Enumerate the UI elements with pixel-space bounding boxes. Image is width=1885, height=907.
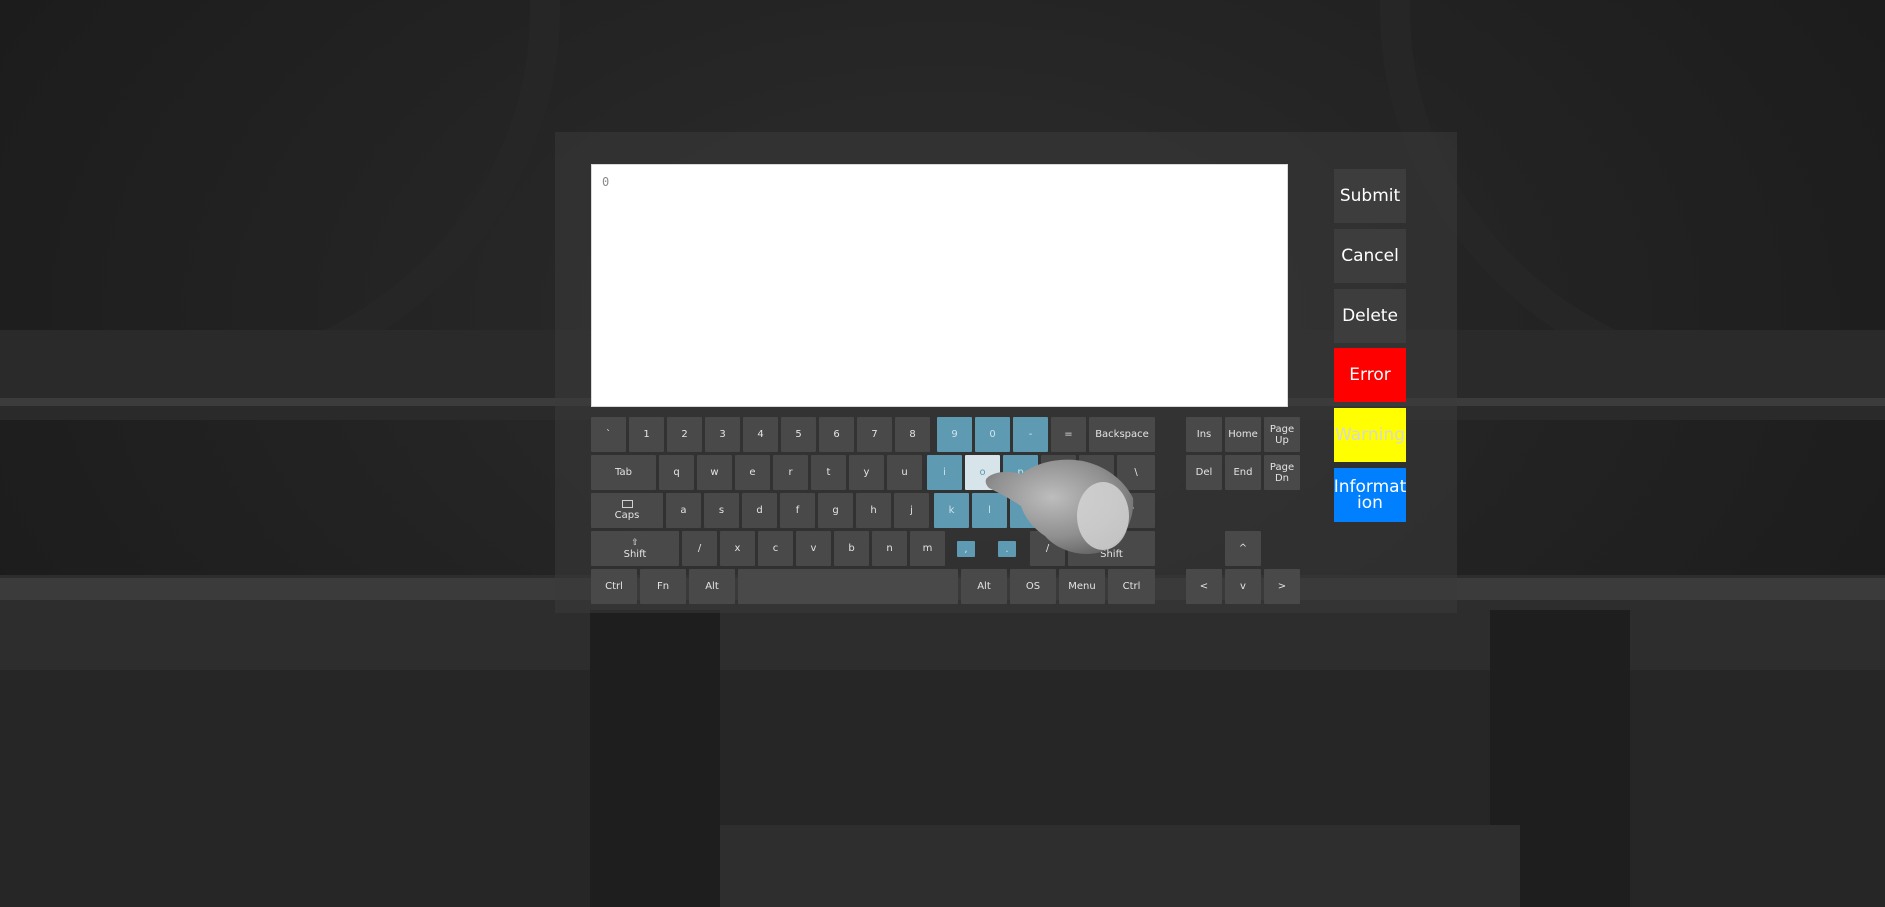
key-e[interactable]: e xyxy=(735,455,770,490)
key-i[interactable]: i xyxy=(927,455,962,490)
key-b[interactable]: b xyxy=(834,531,869,566)
key-ctrl-right[interactable]: Ctrl xyxy=(1108,569,1155,604)
key-space[interactable] xyxy=(738,569,958,604)
vr-hand-pointer xyxy=(985,459,1134,555)
error-button[interactable]: Error xyxy=(1334,348,1406,402)
key-h[interactable]: h xyxy=(856,493,891,528)
key-4[interactable]: 4 xyxy=(743,417,778,452)
key-equals[interactable]: = xyxy=(1051,417,1086,452)
key-comma[interactable]: , xyxy=(957,541,975,557)
key-arrow-left[interactable]: < xyxy=(1186,569,1222,604)
caps-lock-icon xyxy=(621,500,633,508)
key-s[interactable]: s xyxy=(704,493,739,528)
warning-button[interactable]: Warning xyxy=(1334,408,1406,462)
key-a[interactable]: a xyxy=(666,493,701,528)
key-d[interactable]: d xyxy=(742,493,777,528)
key-y[interactable]: y xyxy=(849,455,884,490)
key-tab[interactable]: Tab xyxy=(591,455,656,490)
key-insert[interactable]: Ins xyxy=(1186,417,1222,452)
key-m[interactable]: m xyxy=(910,531,945,566)
key-alt-right[interactable]: Alt xyxy=(961,569,1007,604)
key-r[interactable]: r xyxy=(773,455,808,490)
key-0[interactable]: 0 xyxy=(975,417,1010,452)
shift-icon: ⇧ xyxy=(631,537,639,548)
key-j[interactable]: j xyxy=(894,493,929,528)
key-end[interactable]: End xyxy=(1225,455,1261,490)
key-t[interactable]: t xyxy=(811,455,846,490)
key-fn[interactable]: Fn xyxy=(640,569,686,604)
key-caps[interactable]: Caps xyxy=(591,493,663,528)
key-g[interactable]: g xyxy=(818,493,853,528)
submit-button[interactable]: Submit xyxy=(1334,169,1406,223)
key-caps-label: Caps xyxy=(614,510,640,521)
key-backtick[interactable]: ` xyxy=(591,417,626,452)
key-home[interactable]: Home xyxy=(1225,417,1261,452)
key-delete[interactable]: Del xyxy=(1186,455,1222,490)
pillar-left xyxy=(590,610,720,907)
key-arrow-right[interactable]: > xyxy=(1264,569,1300,604)
key-arrow-down[interactable]: v xyxy=(1225,569,1261,604)
key-shift-left-label: Shift xyxy=(623,548,647,560)
key-page-up[interactable]: Page Up xyxy=(1264,417,1300,452)
key-8[interactable]: 8 xyxy=(895,417,930,452)
key-shift-left[interactable]: ⇧ Shift xyxy=(591,531,679,566)
key-q[interactable]: q xyxy=(659,455,694,490)
key-os[interactable]: OS xyxy=(1010,569,1056,604)
key-3[interactable]: 3 xyxy=(705,417,740,452)
information-button[interactable]: Informat ion xyxy=(1334,468,1406,522)
key-2[interactable]: 2 xyxy=(667,417,702,452)
key-f[interactable]: f xyxy=(780,493,815,528)
key-1[interactable]: 1 xyxy=(629,417,664,452)
key-page-down[interactable]: Page Dn xyxy=(1264,455,1300,490)
text-input-field[interactable]: 0 xyxy=(591,164,1288,407)
key-slash-left[interactable]: / xyxy=(682,531,717,566)
key-arrow-up[interactable]: ^ xyxy=(1225,531,1261,566)
key-backspace[interactable]: Backspace xyxy=(1089,417,1155,452)
key-u[interactable]: u xyxy=(887,455,922,490)
key-9[interactable]: 9 xyxy=(937,417,972,452)
key-x[interactable]: x xyxy=(720,531,755,566)
delete-button[interactable]: Delete xyxy=(1334,289,1406,343)
cancel-button[interactable]: Cancel xyxy=(1334,229,1406,283)
floor-step xyxy=(720,825,1520,907)
key-w[interactable]: w xyxy=(697,455,732,490)
key-6[interactable]: 6 xyxy=(819,417,854,452)
key-menu[interactable]: Menu xyxy=(1059,569,1105,604)
key-n[interactable]: n xyxy=(872,531,907,566)
key-c[interactable]: c xyxy=(758,531,793,566)
key-ctrl-left[interactable]: Ctrl xyxy=(591,569,637,604)
key-k[interactable]: k xyxy=(934,493,969,528)
key-minus[interactable]: - xyxy=(1013,417,1048,452)
key-alt-left[interactable]: Alt xyxy=(689,569,735,604)
key-7[interactable]: 7 xyxy=(857,417,892,452)
key-5[interactable]: 5 xyxy=(781,417,816,452)
key-v[interactable]: v xyxy=(796,531,831,566)
